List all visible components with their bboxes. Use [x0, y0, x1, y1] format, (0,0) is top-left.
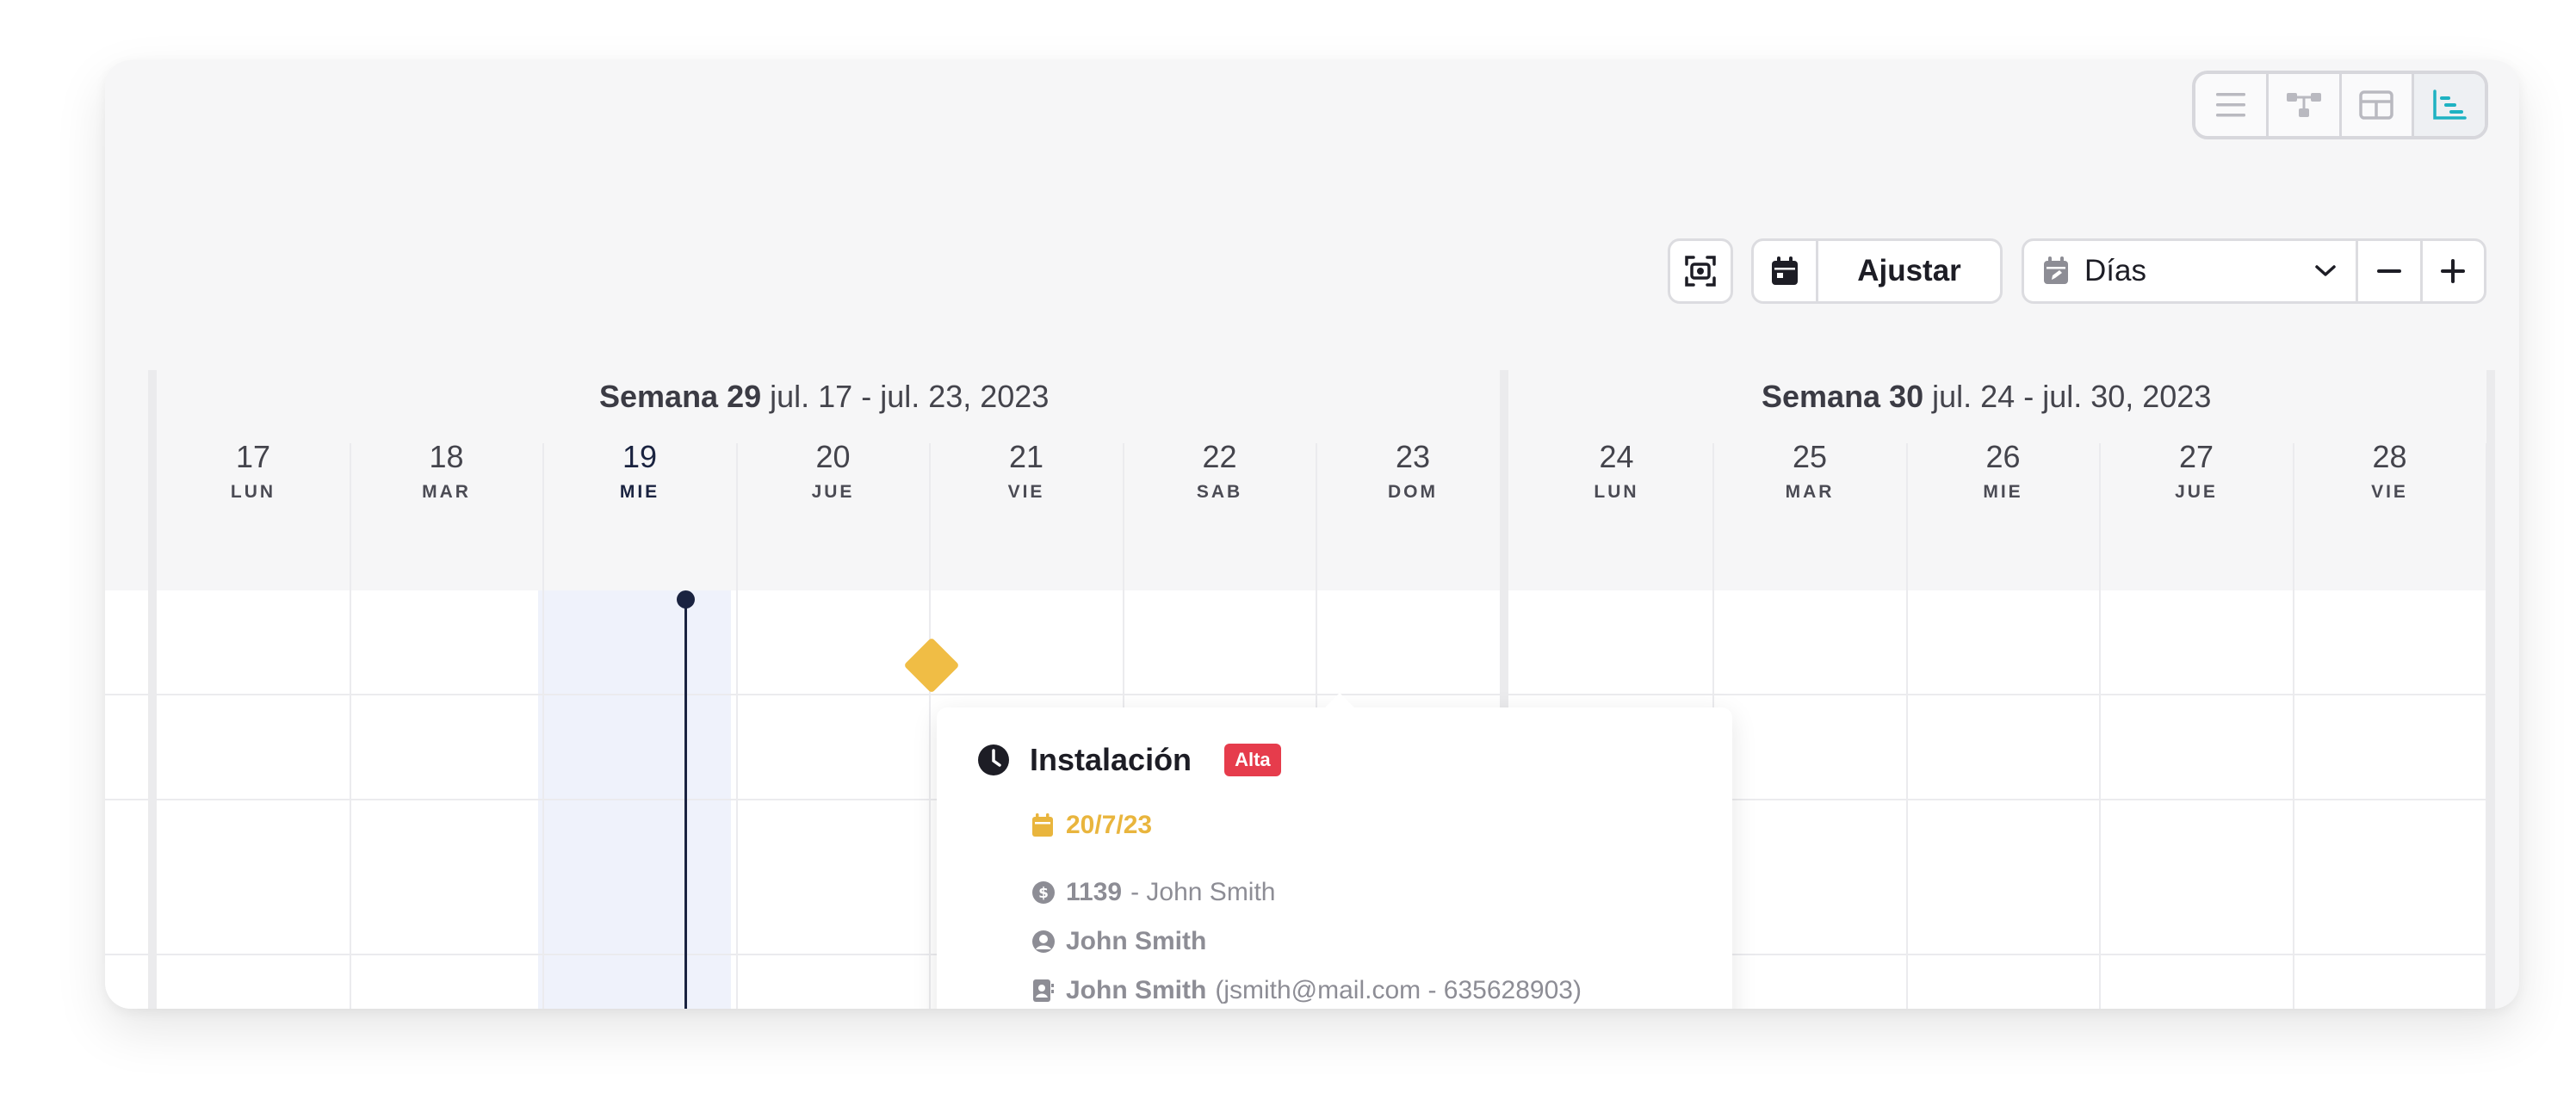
- table-view-button[interactable]: [2341, 74, 2415, 136]
- day-of-week: LUN: [1594, 482, 1639, 502]
- day-header: 22 SAB: [1124, 439, 1316, 503]
- today-marker-line: [684, 598, 687, 1009]
- day-header: 20 JUE: [737, 439, 930, 503]
- assignee-line: John Smith: [1031, 927, 1206, 956]
- clock-icon: [978, 744, 1009, 775]
- day-number: 24: [1599, 439, 1634, 474]
- week-separator: [148, 370, 157, 1009]
- zoom-in-button[interactable]: [2423, 241, 2484, 301]
- zoom-out-button[interactable]: [2358, 241, 2423, 301]
- budget-line: $ 1139 - John Smith: [1031, 878, 1276, 907]
- contact-card-icon: [1033, 979, 1054, 1002]
- week-30-title: Semana 30 jul. 24 - jul. 30, 2023: [1762, 379, 2212, 414]
- day-number: 22: [1202, 439, 1237, 474]
- grid-column-line: [929, 443, 931, 1009]
- day-header: 21 VIE: [930, 439, 1123, 503]
- day-header: 24 LUN: [1520, 439, 1713, 503]
- grid-column-line: [2292, 443, 2294, 1009]
- gantt-icon: [2433, 90, 2467, 120]
- day-number: 27: [2178, 439, 2214, 474]
- budget-client: - John Smith: [1130, 878, 1276, 906]
- day-of-week: MIE: [619, 482, 660, 502]
- day-number: 18: [429, 439, 464, 474]
- chevron-down-icon: [2315, 265, 2337, 276]
- day-header: 23 DOM: [1316, 439, 1509, 503]
- day-of-week: VIE: [1007, 482, 1045, 502]
- gantt-panel: Ajustar Días Semana 29 jul. 17 - jul. 23…: [105, 60, 2519, 1009]
- scale-controls: Días: [2022, 238, 2486, 304]
- day-number: 19: [622, 439, 658, 474]
- svg-text:$: $: [1038, 885, 1049, 902]
- day-of-week: MIE: [1983, 482, 2023, 502]
- day-number: 26: [1985, 439, 2021, 474]
- budget-id: 1139: [1066, 878, 1123, 906]
- table-icon: [2359, 90, 2394, 120]
- contact-detail: (jsmith@mail.com - 635628903): [1215, 976, 1582, 1004]
- calendar-icon: [1032, 813, 1053, 837]
- task-date-value: 20/7/23: [1066, 811, 1153, 839]
- user-icon: [1032, 930, 1055, 953]
- scale-select-value: Días: [2084, 254, 2146, 287]
- day-of-week: SAB: [1196, 482, 1243, 502]
- day-number: 25: [1792, 439, 1828, 474]
- dollar-icon: $: [1032, 881, 1055, 904]
- day-of-week: MAR: [422, 482, 471, 502]
- day-header: 19 MIE: [543, 439, 736, 503]
- day-header: 18 MAR: [350, 439, 543, 503]
- grid-row-line: [105, 694, 2490, 695]
- grid-column-line: [542, 443, 544, 1009]
- day-number: 21: [1008, 439, 1044, 474]
- today-marker-dot: [677, 590, 695, 609]
- task-date: 20/7/23: [1031, 811, 1152, 840]
- tree-icon: [2286, 93, 2321, 117]
- task-popover: Instalación Alta 20/7/23 $ 1139 - John S…: [937, 693, 1732, 1009]
- fit-label: Ajustar: [1857, 254, 1961, 287]
- tree-view-button[interactable]: [2268, 74, 2342, 136]
- list-view-button[interactable]: [2195, 74, 2269, 136]
- grid-column-line: [1905, 443, 1908, 1009]
- grid-column-line: [735, 443, 738, 1009]
- target-icon: [1685, 256, 1716, 287]
- task-title: Instalación: [1030, 742, 1192, 777]
- week-separator: [2486, 370, 2495, 1009]
- popover-header: Instalación Alta: [976, 742, 1281, 778]
- day-of-week: JUE: [2175, 482, 2218, 502]
- fit-button[interactable]: Ajustar: [1751, 238, 2003, 304]
- day-header: 25 MAR: [1713, 439, 1906, 503]
- minus-icon: [2377, 269, 2402, 273]
- grid-column-line: [2099, 443, 2101, 1009]
- priority-badge: Alta: [1224, 744, 1281, 776]
- day-header: 27 JUE: [2100, 439, 2293, 503]
- plus-icon: [2441, 259, 2466, 283]
- grid-column-line: [349, 443, 351, 1009]
- day-number: 23: [1395, 439, 1431, 474]
- gantt-view-button[interactable]: [2414, 74, 2485, 136]
- day-number: 20: [815, 439, 851, 474]
- contact-line: John Smith (jsmith@mail.com - 635628903): [1031, 976, 1582, 1005]
- day-of-week: MAR: [1785, 482, 1835, 502]
- day-of-week: DOM: [1388, 482, 1438, 502]
- day-of-week: JUE: [811, 482, 855, 502]
- assignee-name: John Smith: [1066, 927, 1207, 955]
- calendar-edit-icon: [2044, 256, 2068, 284]
- day-of-week: VIE: [2371, 482, 2408, 502]
- week-29-title: Semana 29 jul. 17 - jul. 23, 2023: [599, 379, 1050, 414]
- day-header: 17 LUN: [157, 439, 350, 503]
- view-mode-switch: [2192, 71, 2488, 139]
- day-header: 28 VIE: [2294, 439, 2486, 503]
- day-of-week: LUN: [230, 482, 276, 502]
- list-icon: [2215, 93, 2245, 117]
- calendar-icon: [1754, 241, 1818, 301]
- contact-name: John Smith: [1066, 976, 1207, 1004]
- day-number: 28: [2372, 439, 2407, 474]
- scale-select[interactable]: Días: [2024, 241, 2359, 301]
- day-number: 17: [235, 439, 271, 474]
- focus-today-button[interactable]: [1668, 238, 1733, 304]
- day-header: 26 MIE: [1907, 439, 2100, 503]
